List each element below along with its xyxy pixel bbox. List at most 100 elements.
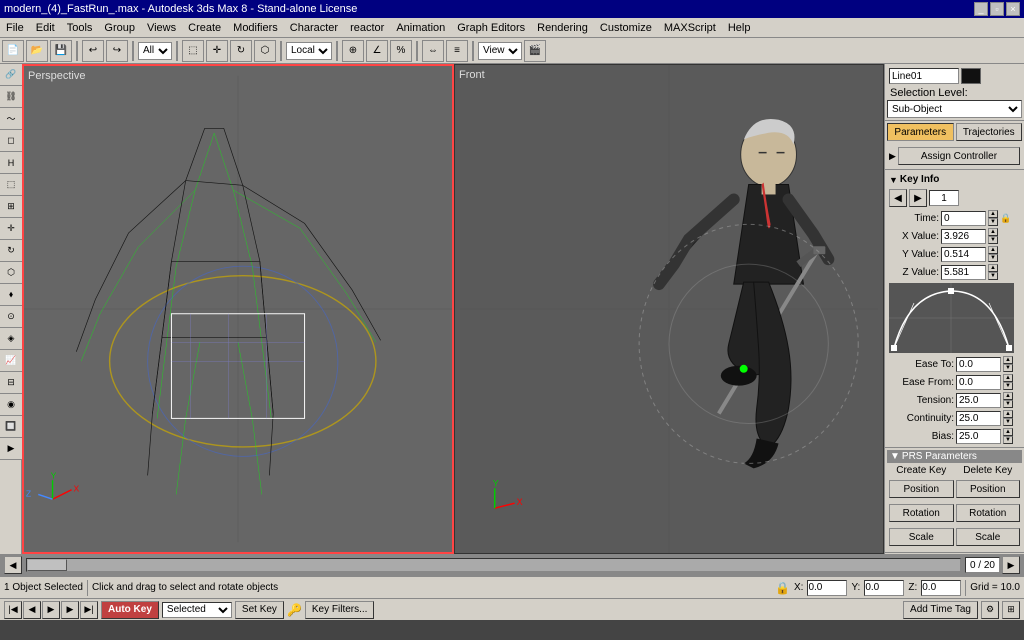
object-name-input[interactable] [889,68,959,84]
minimize-button[interactable]: _ [974,2,988,16]
quick-render[interactable]: ▶ [0,438,22,460]
x-up[interactable]: ▲ [988,228,998,236]
select-name-tool[interactable]: H [0,152,22,174]
scale-tool[interactable]: ⬡ [0,262,22,284]
x-coord-input[interactable] [807,580,847,596]
select-button[interactable]: ⬚ [182,40,204,62]
perspective-viewport[interactable]: Perspective [22,64,454,554]
move-button[interactable]: ✛ [206,40,228,62]
menu-rendering[interactable]: Rendering [531,20,594,36]
move-tool[interactable]: ✛ [0,218,22,240]
filter-select[interactable]: All [138,42,172,60]
create-scale-button[interactable]: Scale [889,528,954,546]
lock-icon[interactable]: 🔒 [1000,213,1011,224]
squash-tool[interactable]: ⬧ [0,284,22,306]
bind-space-warp[interactable]: 〜 [0,108,22,130]
prs-expand-icon[interactable]: ▼ [890,451,900,462]
y-coord-input[interactable] [864,580,904,596]
y-up[interactable]: ▲ [988,246,998,254]
play-button[interactable]: ▶ [42,601,60,619]
time-spinner[interactable]: ▲ ▼ [988,210,998,226]
unlink-tool[interactable]: ⛓ [0,86,22,108]
undo-button[interactable]: ↩ [82,40,104,62]
auto-key-button[interactable]: Auto Key [101,601,159,619]
region-select-tool[interactable]: ⬚ [0,174,22,196]
ease-from-up[interactable]: ▲ [1003,374,1013,382]
time-up[interactable]: ▲ [988,210,998,218]
schematic-view[interactable]: ⊟ [0,372,22,394]
ease-to-spinner[interactable]: ▲ ▼ [1003,356,1013,372]
go-start-button[interactable]: |◀ [4,601,22,619]
continuity-spinner[interactable]: ▲ ▼ [1003,410,1013,426]
align-button[interactable]: ≡ [446,40,468,62]
prev-frame-button[interactable]: ◀ [23,601,41,619]
redo-button[interactable]: ↪ [106,40,128,62]
tension-down[interactable]: ▼ [1003,400,1013,408]
percent-snap-button[interactable]: % [390,40,412,62]
menu-create[interactable]: Create [182,20,227,36]
assign-controller-expand[interactable]: ▶ [889,151,896,162]
create-rotation-button[interactable]: Rotation [889,504,954,522]
menu-animation[interactable]: Animation [390,20,451,36]
tension-up[interactable]: ▲ [1003,392,1013,400]
bias-down[interactable]: ▼ [1003,436,1013,444]
front-viewport[interactable]: Front [454,64,884,554]
tension-input[interactable] [956,393,1001,408]
scale-button[interactable]: ⬡ [254,40,276,62]
ease-from-spinner[interactable]: ▲ ▼ [1003,374,1013,390]
scroll-right-btn[interactable]: ▶ [1002,556,1020,574]
open-button[interactable]: 📂 [26,40,48,62]
link-tool[interactable]: 🔗 [0,64,22,86]
close-button[interactable]: × [1006,2,1020,16]
ease-from-down[interactable]: ▼ [1003,382,1013,390]
parameters-tab[interactable]: Parameters [887,123,954,141]
mirror-button[interactable]: ⇔ [422,40,444,62]
key-info-expand[interactable]: ▼ [889,175,898,185]
prev-key-button[interactable]: ◀ [889,189,907,207]
bias-spinner[interactable]: ▲ ▼ [1003,428,1013,444]
manipulate-mode[interactable]: ◈ [0,328,22,350]
y-value-input[interactable] [941,247,986,262]
window-crossing[interactable]: ⊞ [0,196,22,218]
menu-help[interactable]: Help [722,20,757,36]
restore-button[interactable]: ▫ [990,2,1004,16]
bias-input[interactable] [956,429,1001,444]
x-value-input[interactable] [941,229,986,244]
select-tool[interactable]: ◻ [0,130,22,152]
menu-tools[interactable]: Tools [61,20,99,36]
x-spinner[interactable]: ▲ ▼ [988,228,998,244]
tension-spinner[interactable]: ▲ ▼ [1003,392,1013,408]
assign-controller-button[interactable]: Assign Controller [898,147,1020,165]
angle-snap-button[interactable]: ∠ [366,40,388,62]
ease-to-down[interactable]: ▼ [1003,364,1013,372]
timeline-scrollbar[interactable] [26,558,961,572]
rotate-button[interactable]: ↻ [230,40,252,62]
menu-file[interactable]: File [0,20,30,36]
menu-modifiers[interactable]: Modifiers [227,20,284,36]
continuity-input[interactable] [956,411,1001,426]
set-key-button[interactable]: Set Key [235,601,284,619]
menu-edit[interactable]: Edit [30,20,61,36]
menu-graph-editors[interactable]: Graph Editors [451,20,531,36]
continuity-down[interactable]: ▼ [1003,418,1013,426]
time-input[interactable] [941,211,986,226]
trajectories-tab[interactable]: Trajectories [956,123,1023,141]
ease-from-input[interactable] [956,375,1001,390]
x-down[interactable]: ▼ [988,236,998,244]
snap-button[interactable]: ⊕ [342,40,364,62]
track-view[interactable]: 📈 [0,350,22,372]
reference-select[interactable]: Local [286,42,332,60]
menu-maxscript[interactable]: MAXScript [658,20,722,36]
create-position-button[interactable]: Position [889,480,954,498]
ease-to-input[interactable] [956,357,1001,372]
y-down[interactable]: ▼ [988,254,998,262]
add-time-tag-button[interactable]: Add Time Tag [903,601,978,619]
delete-position-button[interactable]: Position [956,480,1021,498]
config-button[interactable]: ⚙ [981,601,999,619]
time-down[interactable]: ▼ [988,218,998,226]
z-down[interactable]: ▼ [988,272,998,280]
menu-character[interactable]: Character [284,20,344,36]
delete-rotation-button[interactable]: Rotation [956,504,1021,522]
y-spinner[interactable]: ▲ ▼ [988,246,998,262]
key-filters-button[interactable]: Key Filters... [305,601,375,619]
